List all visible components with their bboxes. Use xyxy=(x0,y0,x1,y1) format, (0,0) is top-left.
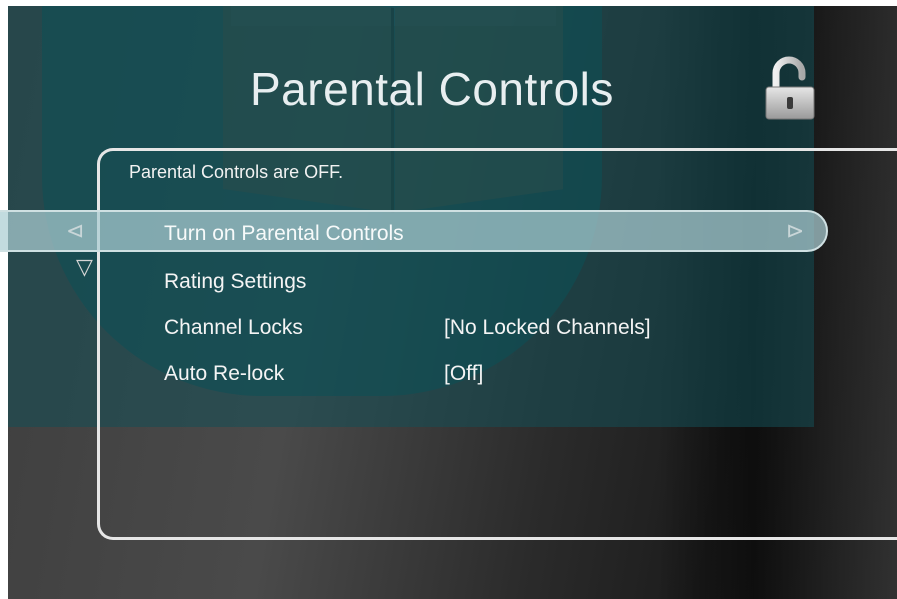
right-arrow-icon[interactable]: ⊳ xyxy=(786,220,804,242)
selection-highlight[interactable] xyxy=(0,210,828,252)
status-text: Parental Controls are OFF. xyxy=(129,162,344,182)
menu-item-rating-settings[interactable]: Rating Settings xyxy=(164,270,306,294)
menu-item-auto-relock[interactable]: Auto Re-lock xyxy=(164,362,284,386)
page-title: Parental Controls xyxy=(250,63,614,115)
menu-frame xyxy=(97,148,897,540)
channel-locks-value: [No Locked Channels] xyxy=(444,316,651,339)
auto-relock-value: [Off] xyxy=(444,362,484,385)
menu-item-turn-on-parental-controls[interactable]: Turn on Parental Controls xyxy=(164,222,404,246)
unlocked-padlock-icon xyxy=(762,55,818,121)
menu-item-channel-locks[interactable]: Channel Locks xyxy=(164,316,303,340)
down-arrow-icon[interactable]: ▽ xyxy=(76,256,93,278)
left-arrow-icon[interactable]: ⊲ xyxy=(66,220,84,242)
